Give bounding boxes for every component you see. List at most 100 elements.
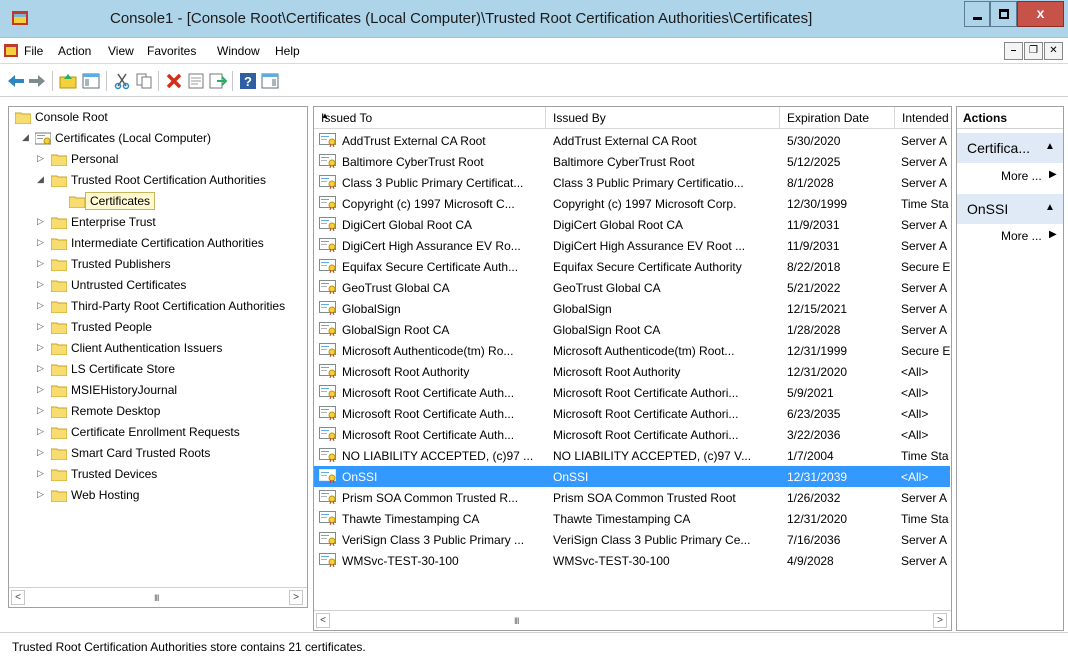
scroll-left-arrow-icon[interactable]: < xyxy=(316,613,330,628)
scroll-right-arrow-icon[interactable]: > xyxy=(289,590,303,605)
mdi-close-button[interactable]: ✕ xyxy=(1044,42,1063,60)
collapse-up-arrow-icon[interactable]: ▲ xyxy=(1045,141,1055,152)
up-folder-icon[interactable] xyxy=(58,72,78,90)
table-row[interactable]: Microsoft Root Certificate Auth... Micros… xyxy=(314,424,950,445)
tree-horizontal-scrollbar[interactable]: < III > xyxy=(9,587,307,607)
tree-item-10[interactable]: ▷ LS Certificate Store xyxy=(9,359,307,380)
table-row[interactable]: NO LIABILITY ACCEPTED, (c)97 ... NO LIABI… xyxy=(314,445,950,466)
action-more-onssi[interactable]: More ... ▶ xyxy=(957,225,1063,247)
minimize-button[interactable] xyxy=(964,1,990,27)
tree-item-3[interactable]: ▷ Enterprise Trust xyxy=(9,212,307,233)
table-row[interactable]: Microsoft Root Certificate Auth... Micros… xyxy=(314,403,950,424)
menu-file[interactable]: File xyxy=(24,44,43,58)
menu-action[interactable]: Action xyxy=(58,44,91,58)
expand-arrow-icon[interactable]: ▷ xyxy=(37,342,44,353)
back-icon[interactable] xyxy=(6,72,26,90)
console-app-icon[interactable] xyxy=(12,11,28,25)
scroll-thumb[interactable]: III xyxy=(154,593,159,603)
collapse-arrow-icon[interactable]: ◢ xyxy=(37,174,44,185)
expand-arrow-icon[interactable]: ▷ xyxy=(37,384,44,395)
column-header-intended-purposes[interactable]: Intended Purposes xyxy=(895,107,951,129)
tree-item-15[interactable]: ▷ Trusted Devices xyxy=(9,464,307,485)
tree-item-2[interactable]: Certificates xyxy=(9,191,307,212)
column-header-issued-by[interactable]: Issued By xyxy=(546,107,780,129)
tree-item-6[interactable]: ▷ Untrusted Certificates xyxy=(9,275,307,296)
expand-arrow-icon[interactable]: ▷ xyxy=(37,405,44,416)
table-row[interactable]: Class 3 Public Primary Certificat... Clas… xyxy=(314,172,950,193)
tree-item-9[interactable]: ▷ Client Authentication Issuers xyxy=(9,338,307,359)
mdi-restore-button[interactable]: ❐ xyxy=(1024,42,1043,60)
tree-item-4[interactable]: ▷ Intermediate Certification Authorities xyxy=(9,233,307,254)
table-row[interactable]: Microsoft Root Certificate Auth... Micros… xyxy=(314,382,950,403)
menu-window[interactable]: Window xyxy=(217,44,260,58)
tree-item-0[interactable]: ▷ Personal xyxy=(9,149,307,170)
tree-item-12[interactable]: ▷ Remote Desktop xyxy=(9,401,307,422)
expand-arrow-icon[interactable]: ▷ xyxy=(37,258,44,269)
tree-item-7[interactable]: ▷ Third-Party Root Certification Authorit… xyxy=(9,296,307,317)
action-group-onssi[interactable]: OnSSI ▲ xyxy=(957,194,1063,224)
expand-arrow-icon[interactable]: ▷ xyxy=(37,216,44,227)
expand-arrow-icon[interactable]: ▷ xyxy=(37,363,44,374)
column-header-issued-to[interactable]: Issued To ▲ xyxy=(314,107,546,129)
table-row[interactable]: Microsoft Authenticode(tm) Ro... Microsof… xyxy=(314,340,950,361)
table-row[interactable]: OnSSI OnSSI 12/31/2039 <All> xyxy=(314,466,950,487)
expand-arrow-icon[interactable]: ▷ xyxy=(37,153,44,164)
forward-icon[interactable] xyxy=(27,72,47,90)
column-header-expiration-date[interactable]: Expiration Date xyxy=(780,107,895,129)
show-hide-tree-icon[interactable] xyxy=(81,72,101,90)
table-row[interactable]: Microsoft Root Authority Microsoft Root A… xyxy=(314,361,950,382)
show-hide-action-pane-icon[interactable] xyxy=(260,72,280,90)
mdi-minimize-button[interactable]: – xyxy=(1004,42,1023,60)
expand-arrow-icon[interactable]: ▷ xyxy=(37,321,44,332)
tree-item-certificates-local-computer[interactable]: ◢ Certificates (Local Computer) xyxy=(9,128,307,149)
list-horizontal-scrollbar[interactable]: < III > xyxy=(314,610,951,630)
scroll-right-arrow-icon[interactable]: > xyxy=(933,613,947,628)
table-row[interactable]: GeoTrust Global CA GeoTrust Global CA 5/21… xyxy=(314,277,950,298)
expand-arrow-icon[interactable]: ▷ xyxy=(37,300,44,311)
expand-arrow-icon[interactable]: ▷ xyxy=(37,279,44,290)
tree-item-5[interactable]: ▷ Trusted Publishers xyxy=(9,254,307,275)
tree-item-11[interactable]: ▷ MSIEHistoryJournal xyxy=(9,380,307,401)
action-group-certificates[interactable]: Certifica... ▲ xyxy=(957,133,1063,163)
table-row[interactable]: DigiCert High Assurance EV Ro... DigiCert… xyxy=(314,235,950,256)
table-row[interactable]: Thawte Timestamping CA Thawte Timestampin… xyxy=(314,508,950,529)
expand-arrow-icon[interactable]: ▷ xyxy=(37,468,44,479)
table-row[interactable]: GlobalSign Root CA GlobalSign Root CA 1/28… xyxy=(314,319,950,340)
collapse-arrow-icon[interactable]: ◢ xyxy=(22,132,29,143)
action-more-certificates[interactable]: More ... ▶ xyxy=(957,165,1063,187)
table-row[interactable]: Copyright (c) 1997 Microsoft C... Copyrig… xyxy=(314,193,950,214)
properties-icon[interactable] xyxy=(186,72,206,90)
tree-item-8[interactable]: ▷ Trusted People xyxy=(9,317,307,338)
tree-item-16[interactable]: ▷ Web Hosting xyxy=(9,485,307,506)
scroll-left-arrow-icon[interactable]: < xyxy=(11,590,25,605)
expand-arrow-icon[interactable]: ▷ xyxy=(37,237,44,248)
copy-icon[interactable] xyxy=(134,72,154,90)
expand-arrow-icon[interactable]: ▷ xyxy=(37,426,44,437)
console-menu-icon[interactable] xyxy=(4,44,18,57)
help-icon[interactable]: ? xyxy=(238,72,258,90)
cut-icon[interactable] xyxy=(112,72,132,90)
scroll-thumb[interactable]: III xyxy=(514,616,519,626)
delete-icon[interactable] xyxy=(164,72,184,90)
maximize-button[interactable] xyxy=(990,1,1017,27)
menu-favorites[interactable]: Favorites xyxy=(147,44,196,58)
menu-help[interactable]: Help xyxy=(275,44,300,58)
table-row[interactable]: Baltimore CyberTrust Root Baltimore Cyber… xyxy=(314,151,950,172)
table-row[interactable]: Prism SOA Common Trusted R... Prism SOA C… xyxy=(314,487,950,508)
tree-item-13[interactable]: ▷ Certificate Enrollment Requests xyxy=(9,422,307,443)
tree-item-14[interactable]: ▷ Smart Card Trusted Roots xyxy=(9,443,307,464)
export-icon[interactable] xyxy=(208,72,228,90)
close-button[interactable]: x xyxy=(1017,1,1064,27)
tree-item-console-root[interactable]: Console Root xyxy=(9,107,307,128)
menu-view[interactable]: View xyxy=(108,44,134,58)
tree-item-1[interactable]: ◢ Trusted Root Certification Authorities xyxy=(9,170,307,191)
table-row[interactable]: DigiCert Global Root CA DigiCert Global R… xyxy=(314,214,950,235)
table-row[interactable]: VeriSign Class 3 Public Primary ... VeriS… xyxy=(314,529,950,550)
table-row[interactable]: GlobalSign GlobalSign 12/15/2021 Server A xyxy=(314,298,950,319)
table-row[interactable]: AddTrust External CA Root AddTrust Extern… xyxy=(314,130,950,151)
table-row[interactable]: WMSvc-TEST-30-100 WMSvc-TEST-30-100 4/9/20… xyxy=(314,550,950,571)
collapse-up-arrow-icon[interactable]: ▲ xyxy=(1045,202,1055,213)
expand-arrow-icon[interactable]: ▷ xyxy=(37,489,44,500)
table-row[interactable]: Equifax Secure Certificate Auth... Equifa… xyxy=(314,256,950,277)
expand-arrow-icon[interactable]: ▷ xyxy=(37,447,44,458)
